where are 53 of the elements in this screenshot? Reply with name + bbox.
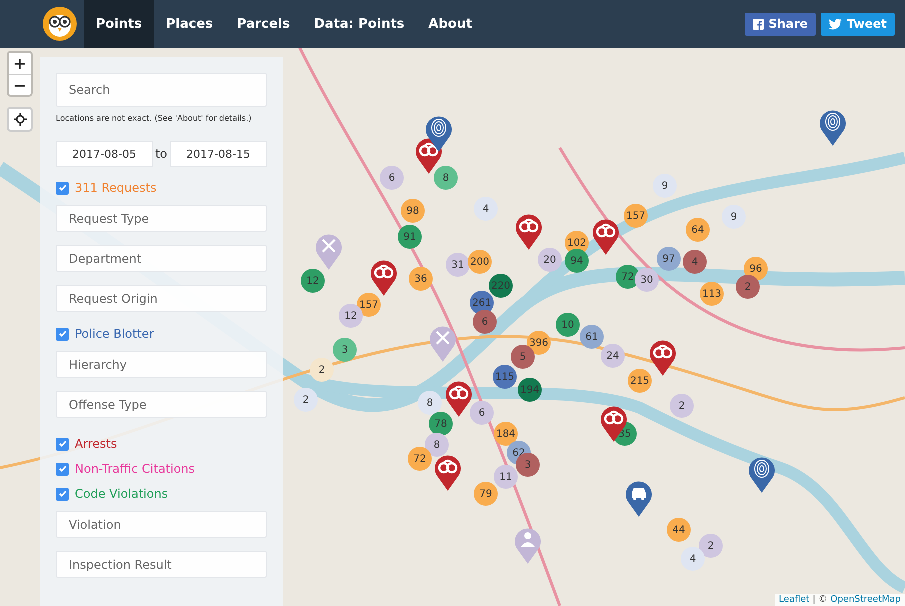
handcuffs-pin-icon[interactable] <box>445 379 473 417</box>
checkbox[interactable] <box>56 462 69 476</box>
zoom-button[interactable]: − <box>9 74 31 95</box>
fingerprint-pin-icon[interactable] <box>819 108 847 146</box>
handcuffs-pin-icon[interactable] <box>434 453 462 491</box>
checkbox[interactable] <box>56 438 69 450</box>
nav-tab[interactable]: About <box>416 0 484 48</box>
handcuffs-pin-icon[interactable] <box>370 258 398 296</box>
checkbox[interactable] <box>56 488 69 500</box>
search-field[interactable]: Search <box>56 73 267 107</box>
owl-logo-icon[interactable] <box>40 4 80 44</box>
layer-label: Non-Traffic Citations <box>75 462 196 476</box>
filter-field[interactable]: Inspection Result <box>56 551 267 578</box>
check-icon <box>58 184 66 192</box>
check-icon <box>58 490 66 498</box>
filter-field[interactable]: Violation <box>56 511 267 538</box>
facebook-icon <box>752 18 764 30</box>
openstreetmap-link[interactable]: OpenStreetMap <box>830 595 901 605</box>
share-button[interactable]: Share <box>744 12 816 36</box>
nav-tab[interactable]: Places <box>154 0 226 48</box>
handcuffs-pin-icon[interactable] <box>592 217 620 255</box>
bird-icon <box>829 18 842 30</box>
location-note: Locations are not exact. (See 'About' for details.) <box>56 114 253 123</box>
nav-tab[interactable]: Data: Points <box>302 0 417 48</box>
fingerprint-pin-icon[interactable] <box>748 455 776 493</box>
nav-tab[interactable]: Points <box>84 0 154 48</box>
nav-tab[interactable]: Parcels <box>225 0 302 48</box>
handcuffs-pin-icon[interactable] <box>649 338 677 376</box>
layer-label: Code Violations <box>75 487 168 501</box>
crosshair-icon <box>14 113 26 126</box>
check-icon <box>58 440 66 448</box>
check-icon <box>58 465 66 473</box>
filter-field[interactable]: Request Type <box>56 205 267 232</box>
locate-button[interactable] <box>7 107 33 132</box>
start-date-field[interactable]: 2017-08-05 <box>56 141 153 167</box>
filter-field[interactable]: Request Origin <box>56 285 267 312</box>
leaflet-link[interactable]: Leaflet <box>779 595 810 605</box>
filter-field[interactable]: Department <box>56 245 267 272</box>
zoom-button[interactable]: + <box>9 53 31 74</box>
checkbox[interactable] <box>56 182 69 194</box>
layer-label: 311 Requests <box>75 181 157 195</box>
layer-label: Police Blotter <box>75 327 154 341</box>
fingerprint-pin-icon[interactable] <box>425 114 453 152</box>
handcuffs-pin-icon[interactable] <box>515 212 543 250</box>
layer-label: Arrests <box>75 437 118 451</box>
filter-field[interactable]: Hierarchy <box>56 351 267 378</box>
end-date-field[interactable]: 2017-08-15 <box>170 141 267 167</box>
attribution-text: | © <box>812 595 828 605</box>
check-icon <box>58 330 66 338</box>
car-pin-icon[interactable] <box>625 479 653 517</box>
date-separator: to <box>154 147 169 161</box>
checkbox[interactable] <box>56 328 69 340</box>
filter-field[interactable]: Offense Type <box>56 391 267 418</box>
